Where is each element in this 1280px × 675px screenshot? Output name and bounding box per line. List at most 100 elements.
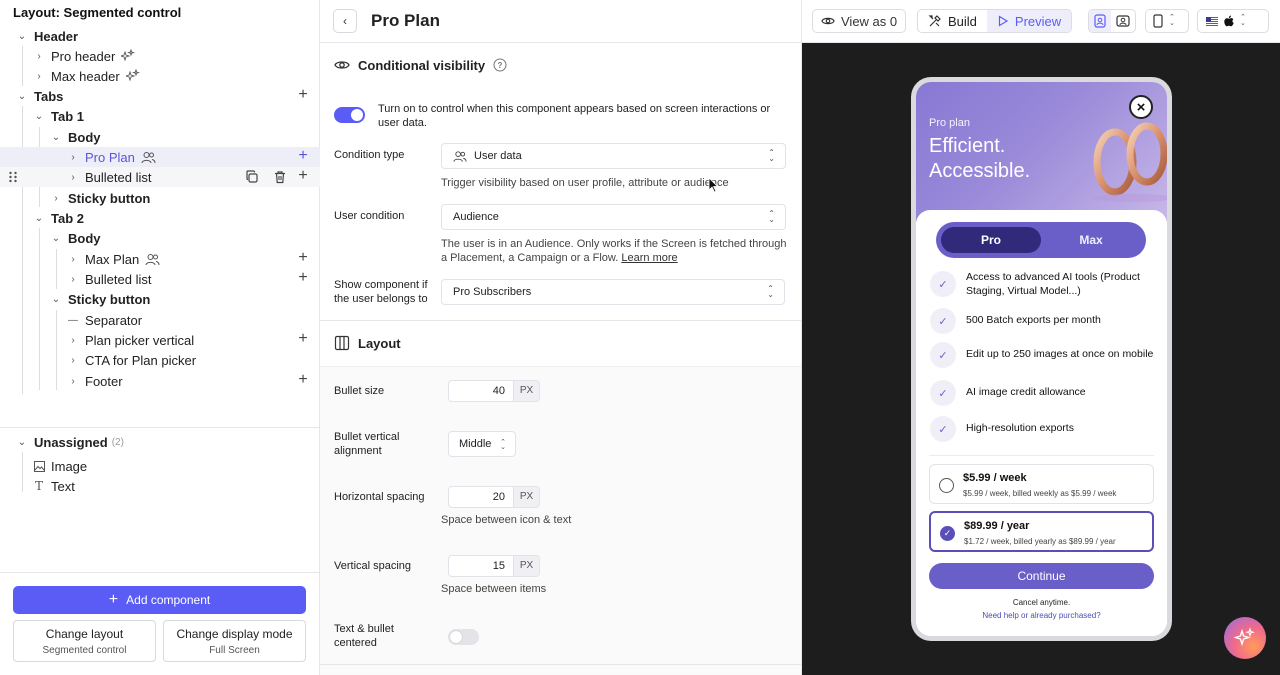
back-button[interactable]: ‹ [333, 9, 357, 33]
add-component-button[interactable]: + Add component [13, 586, 306, 614]
tab-max[interactable]: Max [1041, 227, 1141, 253]
sparkle-icon [1234, 627, 1255, 647]
chevron-down-icon[interactable]: ⌄ [16, 90, 28, 102]
device-select[interactable]: ⌃ ⌄ [1145, 9, 1189, 33]
dark-theme-tab[interactable] [1111, 10, 1135, 32]
audience-select[interactable]: Pro Subscribers ⌃ ⌄ [441, 279, 785, 305]
plan-segmented-control[interactable]: Pro Max [936, 222, 1146, 258]
tree-item-image[interactable]: Image [0, 456, 320, 476]
tree-item-header[interactable]: ⌄ Header [0, 26, 320, 46]
help-icon[interactable]: ? [493, 58, 507, 72]
light-theme-tab[interactable] [1089, 10, 1111, 32]
bullet-alignment-select[interactable]: Middle ⌃ ⌄ [448, 431, 516, 457]
continue-button[interactable]: Continue [929, 563, 1154, 589]
tools-icon [928, 15, 941, 27]
tree-item-label: Max Plan [85, 251, 140, 267]
preview-tab[interactable]: Preview [986, 10, 1072, 32]
change-display-mode-button[interactable]: Change display mode Full Screen [163, 620, 306, 662]
locale-platform-select[interactable]: ⌃ ⌄ [1197, 9, 1269, 33]
feature-text: AI image credit allowance [966, 386, 1086, 399]
trash-icon[interactable] [272, 169, 288, 185]
add-child-icon[interactable]: + [295, 87, 311, 103]
bullet-size-value[interactable]: 40 [448, 380, 514, 402]
price-option-weekly[interactable]: $5.99 / week $5.99 / week, billed weekly… [929, 464, 1154, 504]
chevron-down-icon[interactable]: ⌄ [33, 110, 45, 122]
change-layout-button[interactable]: Change layout Segmented control [13, 620, 156, 662]
tree-item-tabs[interactable]: ⌄ Tabs + [0, 86, 320, 106]
ai-assistant-button[interactable] [1224, 617, 1266, 659]
chevron-down-icon[interactable]: ⌄ [33, 212, 45, 224]
text-bullet-centered-toggle[interactable] [448, 629, 479, 645]
chevron-down-icon[interactable]: ⌄ [50, 131, 62, 143]
tree-item-sticky-button[interactable]: ⌄ Sticky button [0, 289, 320, 309]
tree-item-body[interactable]: ⌄ Body [0, 228, 320, 248]
tree-item-body[interactable]: ⌄ Body [0, 127, 320, 147]
tree-item-text[interactable]: T Text [0, 476, 320, 496]
chevron-right-icon[interactable]: › [33, 70, 45, 82]
bullet-size-input[interactable]: 40 PX [448, 380, 540, 402]
tree-item-pro-plan[interactable]: › Pro Plan + [0, 147, 320, 167]
check-icon: ✓ [930, 308, 956, 334]
chevron-right-icon[interactable]: › [67, 354, 79, 366]
visibility-toggle[interactable] [334, 107, 365, 123]
conditional-visibility-heading[interactable]: Conditional visibility ? [334, 57, 507, 73]
theme-toggle[interactable] [1088, 9, 1136, 33]
add-child-icon[interactable]: + [295, 270, 311, 286]
add-child-icon[interactable]: + [295, 250, 311, 266]
tree-item-bulleted-list[interactable]: › Bulleted list + [0, 167, 320, 187]
plan-eyebrow: Pro plan [929, 117, 970, 129]
tree-item-tab2[interactable]: ⌄ Tab 2 [0, 208, 320, 228]
tree-item-footer[interactable]: › Footer + [0, 371, 320, 391]
layout-heading[interactable]: Layout [334, 335, 401, 351]
user-condition-select[interactable]: Audience ⌃ ⌄ [441, 204, 786, 230]
add-child-icon[interactable]: + [295, 168, 311, 184]
learn-more-link[interactable]: Learn more [621, 252, 677, 264]
tree-item-separator[interactable]: — Separator [0, 310, 320, 330]
chevron-down-icon[interactable]: ⌄ [16, 436, 28, 448]
tree-item-max-header[interactable]: › Max header [0, 66, 320, 86]
add-child-icon[interactable]: + [295, 148, 311, 164]
chevron-right-icon[interactable]: › [67, 273, 79, 285]
chevron-right-icon[interactable]: › [67, 375, 79, 387]
view-as-button[interactable]: View as 0 [812, 9, 907, 33]
tree-item-unassigned[interactable]: ⌄ Unassigned (2) [0, 432, 320, 452]
chevron-right-icon[interactable]: › [67, 334, 79, 346]
tree-item-tab1[interactable]: ⌄ Tab 1 [0, 106, 320, 126]
chevron-down-icon[interactable]: ⌄ [50, 293, 62, 305]
chevron-down-icon[interactable]: ⌄ [50, 232, 62, 244]
add-child-icon[interactable]: + [295, 331, 311, 347]
chevron-down-icon[interactable]: ⌄ [16, 30, 28, 42]
condition-type-select[interactable]: User data ⌃ ⌄ [441, 143, 786, 169]
bullet-size-label: Bullet size [334, 385, 385, 397]
updown-chevron-icon: ⌃ ⌄ [500, 439, 506, 451]
tree-item-pro-header[interactable]: › Pro header [0, 46, 320, 66]
tree-item-bulleted-list[interactable]: › Bulleted list + [0, 269, 320, 289]
close-icon[interactable]: × [1129, 95, 1153, 119]
chevron-right-icon[interactable]: › [67, 253, 79, 265]
build-tab[interactable]: Build [918, 10, 987, 32]
tree-item-plan-picker[interactable]: › Plan picker vertical + [0, 330, 320, 350]
price-option-yearly[interactable]: ✓ $89.99 / year $1.72 / week, billed yea… [929, 511, 1154, 552]
feature-text: 500 Batch exports per month [966, 314, 1101, 327]
vertical-spacing-input[interactable]: 15 PX [448, 555, 540, 577]
radio-icon[interactable] [939, 478, 954, 493]
vertical-spacing-value[interactable]: 15 [448, 555, 514, 577]
chevron-right-icon[interactable]: › [67, 171, 79, 183]
add-child-icon[interactable]: + [295, 372, 311, 388]
chevron-right-icon[interactable]: › [33, 50, 45, 62]
drag-handle-icon[interactable] [8, 171, 18, 183]
chevron-right-icon[interactable]: › [67, 151, 79, 163]
tree-item-sticky-button[interactable]: › Sticky button [0, 188, 320, 208]
updown-chevron-icon: ⌃ ⌄ [768, 148, 775, 163]
chevron-right-icon[interactable]: › [50, 192, 62, 204]
help-link[interactable]: Need help or already purchased? [916, 611, 1167, 620]
duplicate-icon[interactable] [244, 169, 260, 185]
tab-pro[interactable]: Pro [941, 227, 1041, 253]
build-preview-toggle[interactable]: Build Preview [917, 9, 1073, 33]
horizontal-spacing-value[interactable]: 20 [448, 486, 514, 508]
horizontal-spacing-input[interactable]: 20 PX [448, 486, 540, 508]
tree-item-max-plan[interactable]: › Max Plan + [0, 249, 320, 269]
tree-item-cta[interactable]: › CTA for Plan picker [0, 350, 320, 370]
check-icon[interactable]: ✓ [940, 526, 955, 541]
layers-panel: Layout: Segmented control ⌄ Header › Pro… [0, 0, 320, 675]
